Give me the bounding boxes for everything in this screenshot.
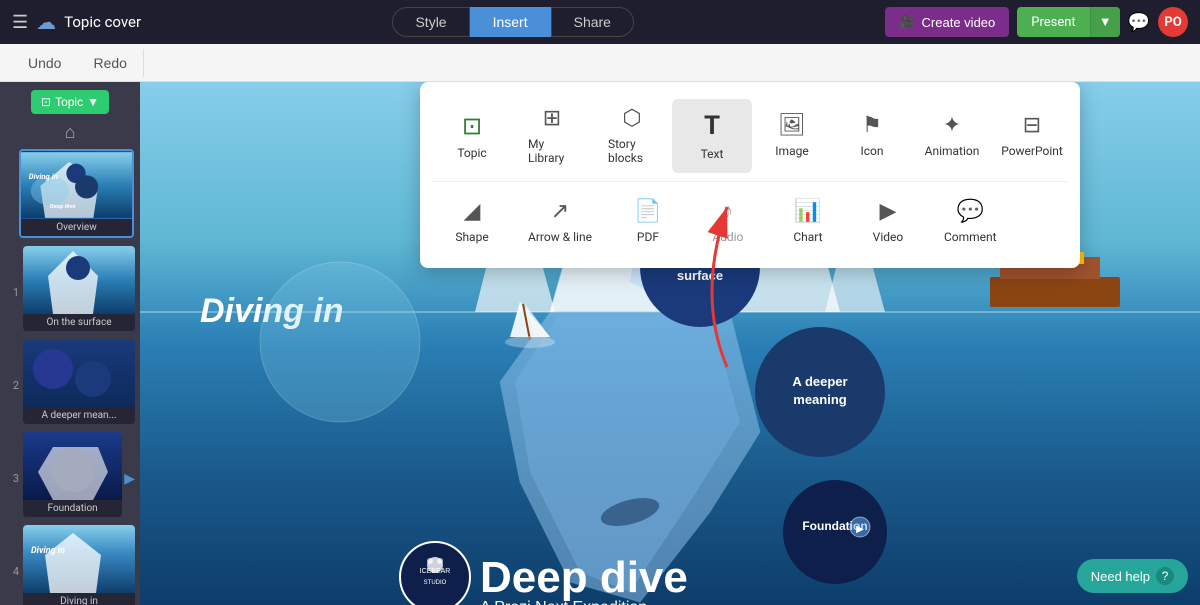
insert-comment-item[interactable]: 💬 Comment [928, 187, 1013, 256]
insert-tab[interactable]: Insert [470, 7, 551, 37]
topic-insert-icon: ⊡ [462, 112, 482, 140]
insert-divider [432, 181, 1068, 182]
svg-text:Deep dive: Deep dive [480, 553, 688, 602]
style-tab[interactable]: Style [392, 7, 469, 37]
svg-text:A deeper: A deeper [792, 374, 847, 389]
topbar-nav: Style Insert Share [392, 7, 634, 37]
insert-topic-item[interactable]: ⊡ Topic [432, 100, 512, 172]
arrowline-insert-icon: ↗ [551, 199, 569, 224]
topbar: ☰ ☁ Topic cover Style Insert Share 🎥 Cre… [0, 0, 1200, 44]
home-icon[interactable]: ⌂ [65, 122, 76, 143]
powerpoint-insert-label: PowerPoint [1001, 144, 1063, 158]
insert-powerpoint-item[interactable]: ⊟ PowerPoint [992, 101, 1072, 170]
undo-button[interactable]: Undo [12, 49, 77, 77]
app-title: Topic cover [64, 13, 141, 31]
audio-insert-label: Audio [712, 230, 743, 244]
svg-text:▶: ▶ [856, 524, 864, 535]
video-insert-label: Video [873, 230, 904, 244]
cloud-icon: ☁ [36, 10, 56, 34]
svg-text:Deep dive: Deep dive [50, 204, 75, 210]
insert-animation-item[interactable]: ✦ Animation [912, 101, 992, 170]
animation-insert-icon: ✦ [943, 113, 961, 138]
image-insert-label: Image [775, 144, 808, 158]
svg-text:meaning: meaning [793, 392, 847, 407]
slide-item-3[interactable]: 3 Foundation ▶ [5, 432, 135, 525]
pdf-insert-label: PDF [637, 230, 659, 244]
pdf-insert-icon: 📄 [634, 199, 661, 224]
insert-row-2: ◢ Shape ↗ Arrow & line 📄 PDF ♪ Audio 📊 [432, 186, 1068, 256]
video-insert-icon: ▶ [879, 199, 896, 224]
storyblocks-insert-icon: ⬡ [622, 106, 641, 131]
arrowline-insert-label: Arrow & line [528, 230, 592, 244]
icon-insert-icon: ⚑ [862, 113, 882, 138]
slide-label-1: On the surface [23, 314, 135, 331]
shape-insert-icon: ◢ [464, 199, 481, 224]
insert-row-1: ⊡ Topic ⊞ My Library ⬡ Story blocks T Te… [432, 94, 1068, 177]
slides-sidebar: ⊡ Topic ▼ ⌂ Diving inDeep dive Overview … [0, 82, 140, 605]
svg-text:surface: surface [677, 268, 723, 283]
hamburger-icon[interactable]: ☰ [12, 12, 28, 33]
insert-storyblocks-item[interactable]: ⬡ Story blocks [592, 94, 672, 177]
topbar-left: ☰ ☁ Topic cover [12, 10, 141, 34]
chart-insert-icon: 📊 [794, 199, 821, 224]
topic-icon: ⊡ [41, 95, 51, 109]
text-insert-label: Text [701, 147, 724, 161]
slide-label-3: Foundation [23, 500, 122, 517]
insert-pdf-item[interactable]: 📄 PDF [608, 187, 688, 256]
insert-mylibrary-item[interactable]: ⊞ My Library [512, 94, 592, 177]
dropdown-arrow-icon: ▼ [87, 95, 99, 109]
chart-insert-label: Chart [793, 230, 822, 244]
present-dropdown-arrow[interactable]: ▼ [1090, 7, 1120, 37]
canvas-area[interactable]: ⊡ Topic ⊞ My Library ⬡ Story blocks T Te… [140, 82, 1200, 605]
slide-thumb-overview: Diving in Deep dive [21, 151, 132, 219]
slide-play-icon[interactable]: ▶ [124, 471, 135, 487]
animation-insert-label: Animation [925, 144, 980, 158]
insert-arrowline-item[interactable]: ↗ Arrow & line [512, 187, 608, 256]
comment-insert-icon: 💬 [957, 199, 984, 224]
shape-insert-label: Shape [455, 230, 488, 244]
topbar-right: 🎥 Create video Present ▼ 💬 PO [885, 7, 1188, 37]
share-tab[interactable]: Share [551, 7, 634, 37]
insert-audio-item[interactable]: ♪ Audio [688, 186, 768, 256]
icon-insert-label: Icon [860, 144, 883, 158]
camera-icon: 🎥 [899, 14, 915, 30]
topic-insert-label: Topic [457, 146, 486, 160]
mylibrary-insert-icon: ⊞ [543, 106, 561, 131]
main-layout: ⊡ Topic ▼ ⌂ Diving inDeep dive Overview … [0, 82, 1200, 605]
help-icon: ? [1156, 567, 1174, 585]
slide-label-2: A deeper mean... [23, 407, 135, 424]
audio-insert-icon: ♪ [722, 198, 733, 224]
topic-button[interactable]: ⊡ Topic ▼ [31, 90, 109, 114]
slide-item-1[interactable]: 1 On the surface [5, 246, 135, 339]
insert-dropdown: ⊡ Topic ⊞ My Library ⬡ Story blocks T Te… [420, 82, 1080, 268]
need-help-button[interactable]: Need help ? [1077, 559, 1188, 593]
slide-label-4: Diving in [23, 593, 135, 605]
storyblocks-insert-label: Story blocks [608, 137, 656, 165]
insert-video-item[interactable]: ▶ Video [848, 187, 928, 256]
mylibrary-insert-label: My Library [528, 137, 576, 165]
present-button[interactable]: Present ▼ [1017, 7, 1119, 37]
slide-item-4[interactable]: 4 Diving in Diving in [5, 525, 135, 605]
insert-text-item[interactable]: T Text [672, 99, 752, 173]
insert-icon-item[interactable]: ⚑ Icon [832, 101, 912, 170]
svg-text:Diving in: Diving in [29, 172, 58, 181]
create-video-button[interactable]: 🎥 Create video [885, 7, 1009, 37]
redo-button[interactable]: Redo [77, 49, 143, 77]
comment-insert-label: Comment [944, 230, 997, 244]
comment-icon[interactable]: 💬 [1128, 12, 1150, 33]
secondbar: Undo Redo [0, 44, 1200, 82]
image-insert-icon: 🖼 [778, 113, 806, 138]
text-insert-icon: T [704, 111, 720, 141]
slide-item-overview[interactable]: Diving in Deep dive Overview [5, 149, 135, 246]
svg-text:STUDIO: STUDIO [424, 580, 447, 586]
user-avatar[interactable]: PO [1158, 7, 1188, 37]
slide-item-2[interactable]: 2 A deeper mean... [5, 339, 135, 432]
slide-label-overview: Overview [21, 219, 132, 236]
insert-image-item[interactable]: 🖼 Image [752, 101, 832, 170]
insert-chart-item[interactable]: 📊 Chart [768, 187, 848, 256]
insert-shape-item[interactable]: ◢ Shape [432, 187, 512, 256]
svg-text:A Prezi Next Expedition: A Prezi Next Expedition [480, 599, 647, 605]
powerpoint-insert-icon: ⊟ [1023, 113, 1041, 138]
